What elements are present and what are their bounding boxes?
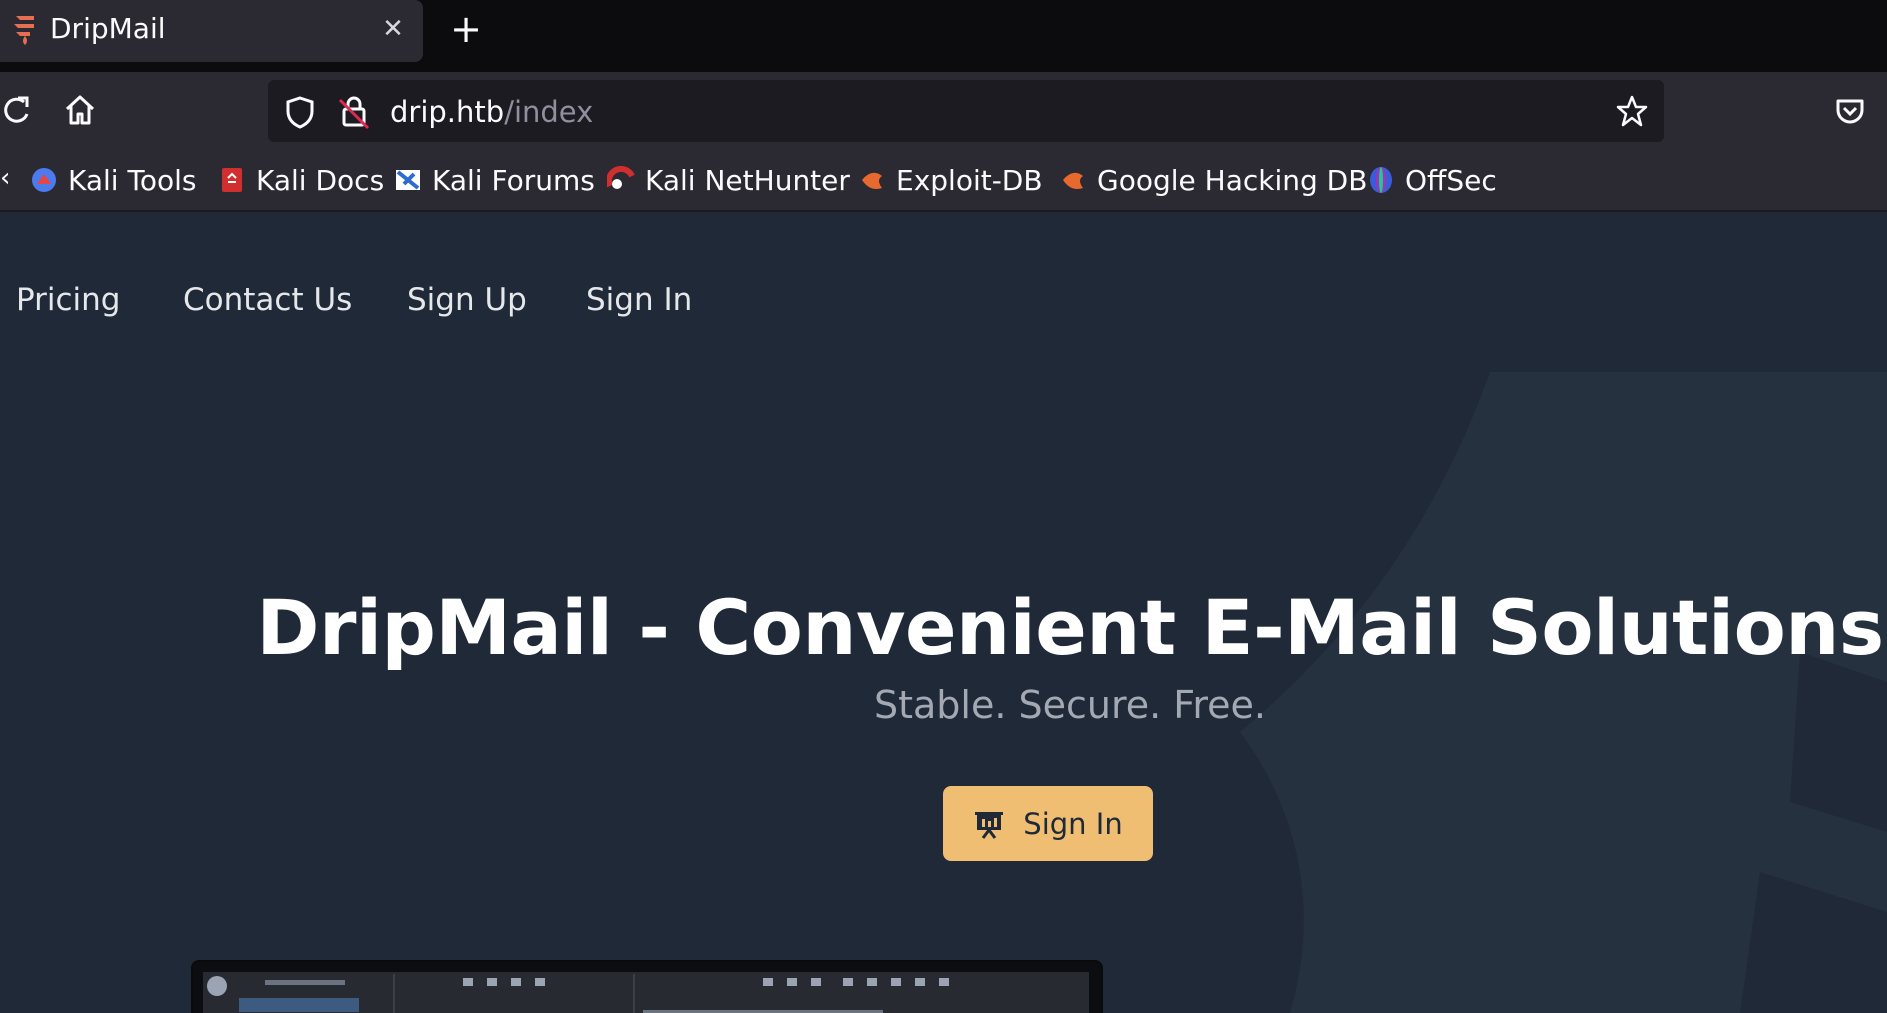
nav-pricing-link[interactable]: Pricing (16, 280, 121, 320)
kali-nethunter-icon (607, 166, 635, 189)
bookmark-label: Kali Forums (432, 163, 595, 197)
bookmark-label: OffSec (1405, 163, 1497, 197)
presentation-board-icon (975, 811, 1004, 839)
bookmark-kali-forums[interactable]: Kali Forums (394, 160, 595, 200)
app-screenshot-preview-content (203, 972, 1089, 1013)
pocket-icon[interactable] (1832, 93, 1868, 129)
bookmark-label: Kali NetHunter (645, 163, 850, 197)
bookmark-kali-docs[interactable]: Kali Docs (218, 160, 384, 200)
url-host: drip.htb (390, 95, 505, 129)
bookmark-label: Exploit-DB (896, 163, 1043, 197)
bookmark-star-icon[interactable] (1614, 93, 1650, 129)
dripmail-favicon-icon (14, 16, 34, 45)
tab-title: DripMail (50, 12, 166, 45)
bookmark-kali-nethunter[interactable]: Kali NetHunter (607, 160, 850, 200)
exploit-db-icon (862, 172, 882, 189)
kali-docs-icon (222, 168, 242, 192)
hero-sign-in-button[interactable]: Sign In (943, 786, 1153, 861)
bookmark-offsec[interactable]: OffSec (1367, 160, 1497, 200)
hero-sign-in-label: Sign In (1023, 806, 1123, 841)
bookmark-google-hacking-db[interactable]: Google Hacking DB (1059, 160, 1367, 200)
offsec-icon (1370, 167, 1392, 193)
app-screenshot-preview (191, 960, 1103, 1013)
nav-sign-in-link[interactable]: Sign In (586, 280, 692, 320)
url-text[interactable]: drip.htb/index (390, 92, 593, 132)
tracking-protection-shield-icon[interactable] (282, 94, 318, 130)
bookmark-label: Kali Tools (68, 163, 197, 197)
tab-close-icon[interactable]: ✕ (381, 12, 405, 46)
bookmark-exploit-db[interactable]: Exploit-DB (858, 160, 1043, 200)
browser-tab-bar: DripMail ✕ + (0, 0, 1887, 72)
new-tab-button[interactable]: + (450, 10, 482, 48)
nav-contact-us-link[interactable]: Contact Us (183, 280, 352, 320)
nav-sign-up-link[interactable]: Sign Up (407, 280, 527, 320)
web-page-content: Pricing Contact Us Sign Up Sign In DripM… (0, 212, 1887, 1013)
home-icon[interactable] (62, 92, 98, 128)
hero-title: DripMail - Convenient E-Mail Solutions (256, 582, 1884, 672)
browser-tab-dripmail[interactable]: DripMail ✕ (0, 0, 423, 62)
google-hacking-db-icon (1063, 172, 1083, 189)
kali-tools-icon (32, 168, 56, 192)
url-path: /index (504, 95, 594, 129)
insecure-lock-icon[interactable] (336, 94, 372, 130)
hero-subtitle: Stable. Secure. Free. (873, 683, 1267, 727)
bookmark-kali-tools[interactable]: Kali Tools (30, 160, 196, 200)
bookmark-label: Kali Docs (256, 163, 385, 197)
bookmark-overflow-fragment: ‹ (0, 163, 11, 193)
reload-icon[interactable] (0, 92, 36, 128)
bookmark-label: Google Hacking DB (1097, 163, 1368, 197)
preview-toolbar-graphic (207, 974, 949, 1013)
kali-forums-icon (396, 170, 420, 190)
